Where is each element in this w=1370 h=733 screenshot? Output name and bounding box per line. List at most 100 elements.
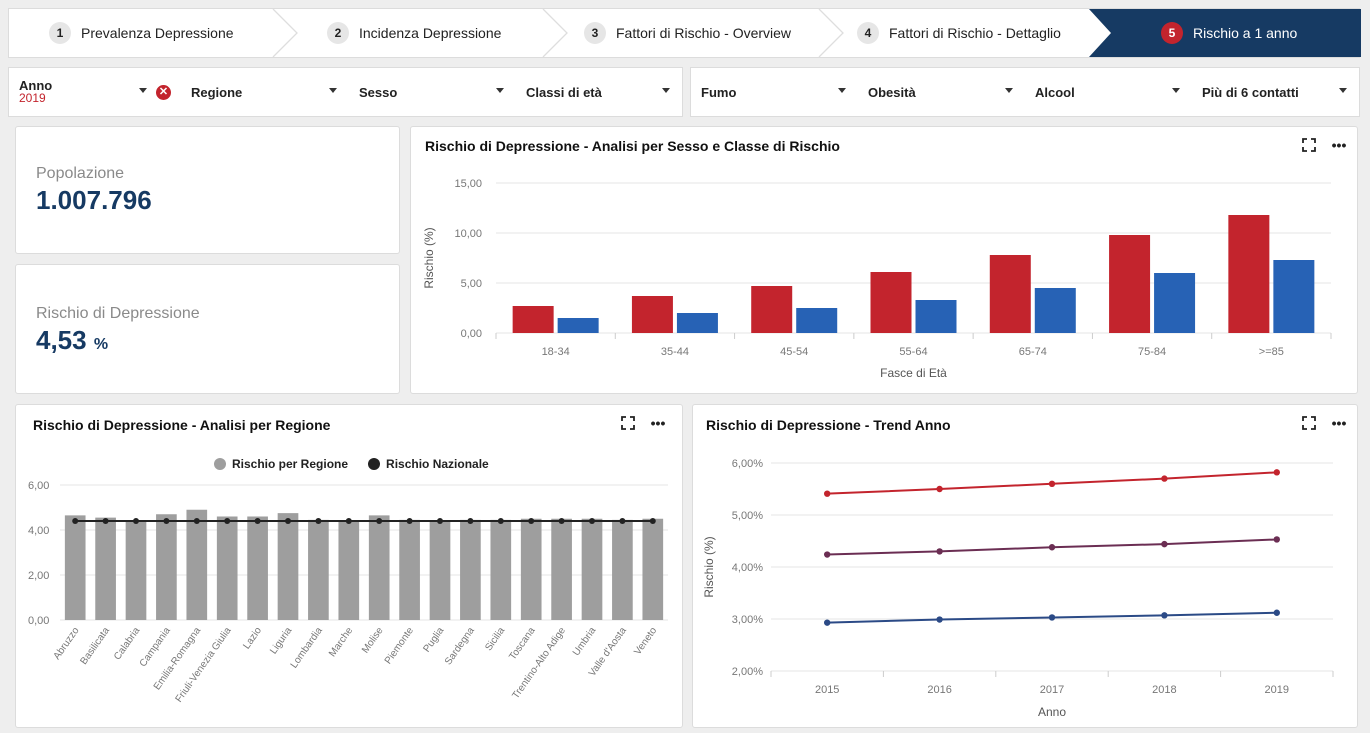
data-point <box>1048 614 1056 621</box>
chart-sesso-classe-plot: 0,00 5,00 10,00 15,00 Rischio (%) 18-34 35-44 4… <box>422 178 1332 380</box>
x-tick-label: Piemonte <box>383 625 416 666</box>
data-point <box>649 518 656 524</box>
bar <box>186 509 208 620</box>
data-point <box>497 518 504 524</box>
filter-group-demographics: Anno 2019 ✕ Regione Sesso Classi di età <box>8 67 683 117</box>
x-tick-label: Trentino-Alto Adige <box>510 625 568 701</box>
data-point <box>936 616 943 623</box>
x-tick-label: Abruzzo <box>52 625 82 662</box>
chevron-down-icon[interactable] <box>1005 88 1013 93</box>
x-tick-label: 2018 <box>1152 684 1176 696</box>
chevron-down-icon[interactable] <box>1339 88 1347 93</box>
step-label: Incidenza Depressione <box>359 25 502 41</box>
data-point <box>824 551 831 558</box>
data-point <box>406 518 413 524</box>
filter-alcool[interactable]: Alcool <box>1025 68 1192 116</box>
filter-contatti[interactable]: Più di 6 contatti <box>1192 68 1359 116</box>
bar <box>125 521 147 620</box>
data-point <box>824 490 831 497</box>
step-incidenza[interactable]: 2 Incidenza Depressione <box>327 9 501 57</box>
y-tick-label: 2,00 <box>28 570 49 582</box>
chart-card-trend: Rischio di Depressione - Trend Anno ••• … <box>692 404 1358 728</box>
bar <box>551 518 572 620</box>
step-label: Rischio a 1 anno <box>1193 25 1298 41</box>
data-point <box>1161 540 1168 548</box>
chevron-down-icon[interactable] <box>496 88 504 93</box>
data-point <box>315 518 322 524</box>
x-tick-label: Basilicata <box>78 625 112 667</box>
step-fattori-overview[interactable]: 3 Fattori di Rischio - Overview <box>584 9 791 57</box>
x-tick-label: Molise <box>360 625 386 655</box>
bar <box>277 513 299 620</box>
filter-obesita-label: Obesità <box>868 84 916 100</box>
bar <box>915 300 957 333</box>
filter-sesso[interactable]: Sesso <box>349 68 516 116</box>
y-tick-label: 6,00 <box>28 480 49 492</box>
clear-filter-icon[interactable]: ✕ <box>156 85 171 100</box>
data-point <box>102 518 109 524</box>
data-point <box>619 518 626 524</box>
chevron-down-icon[interactable] <box>662 88 670 93</box>
step-prevalenza[interactable]: 1 Prevalenza Depressione <box>49 9 234 57</box>
step-number: 2 <box>327 22 349 44</box>
step-fattori-dettaglio[interactable]: 4 Fattori di Rischio - Dettaglio <box>857 9 1061 57</box>
x-tick-label: 2016 <box>927 684 951 696</box>
bar <box>460 519 481 620</box>
bar <box>581 518 603 620</box>
bar <box>429 521 451 620</box>
filter-fumo[interactable]: Fumo <box>691 68 858 116</box>
kpi-popolazione-value: 1.007.796 <box>36 185 152 215</box>
bar <box>1228 215 1270 333</box>
filter-sesso-label: Sesso <box>359 84 398 100</box>
filter-alcool-label: Alcool <box>1035 84 1075 100</box>
x-tick-label: 65-74 <box>1019 346 1047 358</box>
data-point <box>1161 612 1168 619</box>
bar <box>95 517 116 620</box>
x-tick-label: Marche <box>327 625 355 659</box>
y-tick-label: 3,00% <box>732 614 763 626</box>
data-point <box>528 518 535 524</box>
step-rischio-1-anno[interactable]: 5 Rischio a 1 anno <box>1161 9 1297 57</box>
data-point <box>193 518 200 524</box>
filter-anno[interactable]: Anno 2019 ✕ <box>9 68 181 116</box>
step-number: 3 <box>584 22 606 44</box>
chevron-down-icon[interactable] <box>1172 88 1180 93</box>
chevron-down-icon[interactable] <box>139 88 147 93</box>
bar <box>338 521 360 620</box>
x-tick-label: 35-44 <box>661 346 689 358</box>
chevron-down-icon[interactable] <box>838 88 846 93</box>
bar <box>1154 273 1196 333</box>
x-tick-label: Liguria <box>268 625 294 656</box>
bar <box>490 519 512 620</box>
y-tick-label: 5,00 <box>461 278 482 290</box>
data-point <box>1273 536 1280 543</box>
bar <box>631 296 673 333</box>
filter-contatti-label: Più di 6 contatti <box>1202 84 1299 100</box>
data-point <box>1273 469 1280 476</box>
step-separator-icon <box>542 9 568 57</box>
chart-card-regione: Rischio di Depressione - Analisi per Reg… <box>15 404 683 728</box>
bar <box>751 286 793 333</box>
bar <box>512 306 554 333</box>
bar <box>1273 260 1315 333</box>
x-tick-label: Calabria <box>112 625 143 662</box>
y-tick-label: 15,00 <box>454 178 482 190</box>
bar <box>64 515 86 620</box>
steps-navigation: 1 Prevalenza Depressione 2 Incidenza Dep… <box>8 8 1361 58</box>
x-tick-label: 2019 <box>1265 684 1289 696</box>
bar <box>247 516 268 620</box>
x-tick-label: 45-54 <box>780 346 808 358</box>
filter-obesita[interactable]: Obesità <box>858 68 1025 116</box>
x-tick-label: Lazio <box>241 625 264 651</box>
bar <box>796 308 838 333</box>
filter-classi-eta[interactable]: Classi di età <box>516 68 682 116</box>
x-tick-label: 18-34 <box>542 346 570 358</box>
data-point <box>824 619 831 626</box>
filter-regione[interactable]: Regione <box>181 68 349 116</box>
bar <box>308 519 329 620</box>
bar <box>156 514 177 620</box>
data-point <box>1048 544 1056 551</box>
bar <box>557 318 599 333</box>
chevron-down-icon[interactable] <box>329 88 337 93</box>
filter-classi-eta-label: Classi di età <box>526 84 602 100</box>
